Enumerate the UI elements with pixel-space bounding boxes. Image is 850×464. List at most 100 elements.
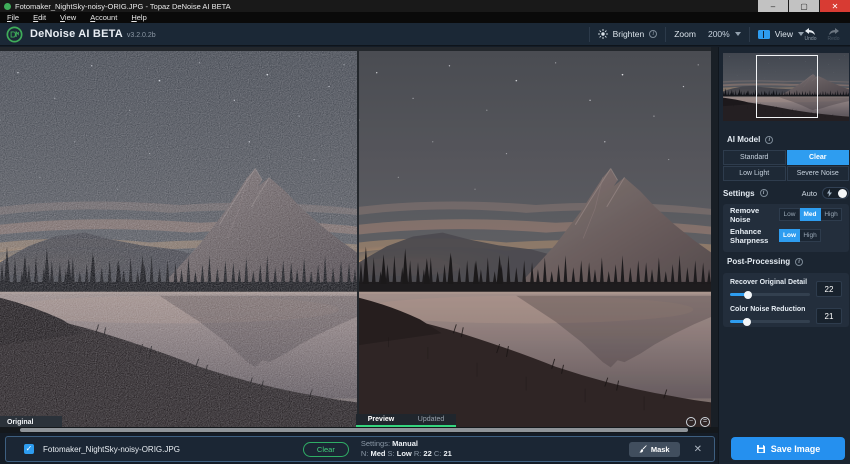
post-processing-box: Recover Original Detail 22 Color Noise R… xyxy=(723,273,849,327)
remove-noise-high[interactable]: High xyxy=(821,208,842,221)
brighten-info-icon[interactable]: i xyxy=(649,30,657,38)
close-file-icon[interactable]: ✕ xyxy=(694,444,702,455)
save-image-button[interactable]: Save Image xyxy=(731,437,845,460)
slider-knob[interactable] xyxy=(743,318,751,326)
settings-info-icon[interactable]: i xyxy=(760,189,768,197)
post-processing-section: Post-Processing i xyxy=(727,257,803,266)
app-icon xyxy=(4,3,11,10)
undo-button[interactable]: Undo xyxy=(804,27,817,42)
undo-label: Undo xyxy=(805,36,817,42)
menu-edit[interactable]: Edit xyxy=(26,13,53,22)
scrollbar-thumb[interactable] xyxy=(20,428,688,432)
noise-settings-box: Remove Noise Low Med High Enhance Sharpn… xyxy=(723,204,849,252)
param-c-value: 21 xyxy=(443,449,451,458)
vertical-scrollbar[interactable] xyxy=(711,47,718,433)
param-n-value: Med xyxy=(370,449,385,458)
file-name: Fotomaker_NightSky-noisy-ORIG.JPG xyxy=(43,445,180,454)
navigator-viewport-rect[interactable] xyxy=(756,55,818,118)
remove-noise-med[interactable]: Med xyxy=(800,208,821,221)
menu-view[interactable]: View xyxy=(53,13,83,22)
save-image-label: Save Image xyxy=(771,444,821,454)
settings-mode: Manual xyxy=(392,439,418,448)
recover-detail-slider[interactable] xyxy=(730,293,810,296)
image-canvas: Original Preview Updated − = xyxy=(0,47,718,433)
model-severe-noise-button[interactable]: Severe Noise xyxy=(787,166,850,181)
auto-label: Auto xyxy=(802,189,817,198)
chevron-down-icon xyxy=(735,32,741,36)
remove-noise-low[interactable]: Low xyxy=(779,208,800,221)
remove-noise-label: Remove Noise xyxy=(730,206,779,224)
settings-panel: AI Model i Standard Clear Low Light Seve… xyxy=(718,47,850,464)
model-low-light-button[interactable]: Low Light xyxy=(723,166,786,181)
color-noise-control: Color Noise Reduction 21 xyxy=(723,300,849,327)
menu-account[interactable]: Account xyxy=(83,13,124,22)
redo-button[interactable]: Redo xyxy=(827,27,840,42)
bottom-bar: ✓ Fotomaker_NightSky-noisy-ORIG.JPG Clea… xyxy=(0,433,718,464)
param-r-value: 22 xyxy=(423,449,431,458)
brighten-button[interactable]: Brighten i xyxy=(598,29,658,39)
file-checkbox[interactable]: ✓ xyxy=(24,444,34,454)
close-button[interactable]: ✕ xyxy=(820,0,850,12)
app-header: DeNoise AI BETA v3.2.0.2b Brighten i Zoo… xyxy=(0,23,850,46)
zoom-label: Zoom xyxy=(674,29,696,39)
model-standard-button[interactable]: Standard xyxy=(723,150,786,165)
auto-toggle[interactable] xyxy=(822,187,849,199)
brighten-label: Brighten xyxy=(613,29,645,39)
original-image-pane[interactable] xyxy=(0,51,357,427)
menu-help[interactable]: Help xyxy=(124,13,153,22)
redo-label: Redo xyxy=(828,36,840,42)
app-window: Fotomaker_NightSky-noisy-ORIG.JPG - Topa… xyxy=(0,0,850,464)
param-s-key: S: xyxy=(388,449,395,458)
menu-file[interactable]: File xyxy=(0,13,26,22)
zoom-control[interactable]: Zoom 200% xyxy=(674,29,740,39)
enhance-sharpness-high[interactable]: High xyxy=(800,229,821,242)
view-control[interactable]: View xyxy=(758,29,804,39)
menu-bar: File Edit View Account Help xyxy=(0,12,850,23)
lightning-icon xyxy=(827,189,832,197)
settings-label-wrap: Settings i xyxy=(723,189,768,198)
settings-summary: Settings: Manual N: Med S: Low R: 22 C: … xyxy=(361,439,506,459)
recover-detail-control: Recover Original Detail 22 xyxy=(723,273,849,300)
color-noise-slider[interactable] xyxy=(730,320,810,323)
save-icon xyxy=(756,444,766,454)
maximize-button[interactable]: ▢ xyxy=(789,0,819,12)
preview-tabs: Preview Updated xyxy=(356,414,456,425)
navigator-thumbnail[interactable] xyxy=(723,53,849,121)
split-view-icon xyxy=(758,30,770,39)
mask-label: Mask xyxy=(651,445,670,454)
undo-icon xyxy=(804,27,817,36)
slider-knob[interactable] xyxy=(744,291,752,299)
app-name: DeNoise AI BETA xyxy=(30,28,123,40)
tab-preview[interactable]: Preview xyxy=(356,414,406,425)
enhance-sharpness-segment: Low High xyxy=(779,229,842,242)
post-processing-info-icon[interactable]: i xyxy=(795,258,803,266)
toggle-knob[interactable] xyxy=(838,189,847,198)
settings-prefix: Settings: xyxy=(361,439,390,448)
ai-model-section: AI Model i xyxy=(727,135,773,144)
recover-detail-value[interactable]: 22 xyxy=(816,281,842,297)
enhance-sharpness-low[interactable]: Low xyxy=(779,229,800,242)
app-version: v3.2.0.2b xyxy=(127,32,156,39)
mask-button[interactable]: Mask xyxy=(629,442,680,457)
post-processing-label: Post-Processing xyxy=(727,257,790,266)
model-clear-button[interactable]: Clear xyxy=(787,150,850,165)
split-compare-icon[interactable]: = xyxy=(700,417,710,427)
color-noise-value[interactable]: 21 xyxy=(816,308,842,324)
brush-icon xyxy=(639,445,647,453)
ai-model-info-icon[interactable]: i xyxy=(765,136,773,144)
tab-updated[interactable]: Updated xyxy=(406,414,456,425)
preview-image-pane[interactable] xyxy=(359,51,711,427)
settings-label: Settings xyxy=(723,189,755,198)
window-title: Fotomaker_NightSky-noisy-ORIG.JPG - Topa… xyxy=(15,2,231,11)
sun-icon xyxy=(598,29,608,39)
zoom-out-compare-icon[interactable]: − xyxy=(686,417,696,427)
remove-noise-segment: Low Med High xyxy=(779,208,842,221)
title-bar: Fotomaker_NightSky-noisy-ORIG.JPG - Topa… xyxy=(0,0,850,12)
param-r-key: R: xyxy=(414,449,422,458)
zoom-value[interactable]: 200% xyxy=(708,29,730,39)
model-badge: Clear xyxy=(303,442,349,457)
ai-model-label: AI Model xyxy=(727,135,760,144)
minimize-button[interactable]: – xyxy=(758,0,788,12)
param-s-value: Low xyxy=(397,449,412,458)
view-label: View xyxy=(775,29,793,39)
